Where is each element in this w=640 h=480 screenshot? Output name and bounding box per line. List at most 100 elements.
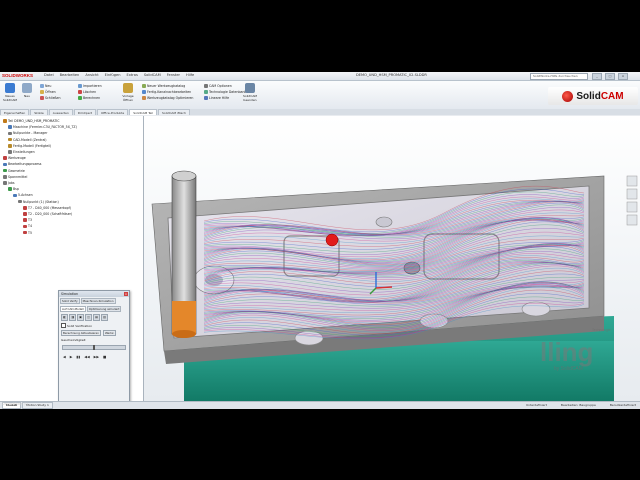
menu-ansicht[interactable]: Ansicht: [85, 73, 98, 77]
tree-item[interactable]: CAD-Modell (Zentral): [8, 138, 47, 142]
speed-slider-thumb[interactable]: [93, 344, 95, 350]
ribbon-close[interactable]: Schließen: [40, 95, 61, 100]
tree-item[interactable]: Spannmittel: [3, 175, 27, 179]
update-calc-button[interactable]: Berechnung Aktualisieren: [61, 330, 101, 336]
status-units[interactable]: Benutzerdefiniert: [610, 403, 636, 407]
maximize-button[interactable]: □: [605, 73, 615, 80]
sim-view-icon-1[interactable]: ◧: [61, 314, 68, 321]
sim-view-icon-6[interactable]: ▥: [101, 314, 108, 321]
postprocessor-icon: [142, 89, 146, 94]
tab-solidcam-part[interactable]: SolidCAM Teil: [129, 109, 158, 115]
imachining-watermark: Technologie lling by SolidCAM: [540, 328, 611, 372]
tree-item[interactable]: T3: [23, 218, 32, 222]
solid-verification-checkbox[interactable]: Solid Verification: [59, 322, 129, 329]
tree-item[interactable]: Bsp: [8, 187, 19, 191]
stop-icon[interactable]: ■: [103, 355, 106, 359]
tree-node-icon: [3, 168, 7, 173]
solidworks-logo[interactable]: SOLIDWORKS: [2, 73, 33, 78]
fast-forward-icon[interactable]: ▶▶: [94, 355, 99, 359]
tree-item[interactable]: Nullpunkte - Manager: [8, 131, 47, 135]
help-search-input[interactable]: SolidWorks-Hilfe durchsuchen: [530, 73, 588, 80]
brand-cam: CAM: [600, 90, 624, 102]
tree-item[interactable]: Fertig-Modell (Fertigteil): [8, 144, 51, 148]
close-button[interactable]: ×: [618, 73, 628, 80]
tree-item[interactable]: Jobs: [3, 181, 15, 185]
tree-item-label: T4: [28, 224, 32, 229]
menu-bearbeiten[interactable]: Bearbeiten: [60, 73, 80, 77]
menu-bar: Datei Bearbeiten Ansicht Einfügen Extras…: [44, 73, 194, 77]
watermark-by-text: by SolidCAM: [554, 366, 583, 372]
tree-node-icon: [8, 137, 12, 142]
open-template-button[interactable]: Vorlage Öffnen: [120, 83, 136, 105]
tree-node-icon: [8, 125, 12, 129]
ribbon-group-tools: Neuer Werkzeugkatalog Fertig-Kanalnachbe…: [142, 83, 193, 100]
ribbon-group-edit: Importieren Löschen Berechnen: [78, 83, 102, 100]
rewind-icon[interactable]: ◀◀: [84, 355, 89, 359]
sim-tab-solid-verify[interactable]: Solid Verify: [60, 298, 80, 304]
tool-button[interactable]: Werkz.: [102, 330, 117, 336]
speed-label: Geschwindigkeit: [61, 338, 86, 342]
new-part-button[interactable]: Neu: [19, 83, 35, 105]
tab-auswerten[interactable]: Auswerten: [48, 109, 73, 115]
sim-view-icon-3[interactable]: ▣: [77, 314, 84, 321]
speed-slider[interactable]: [62, 344, 126, 350]
tree-item[interactable]: T4: [23, 224, 32, 228]
sim-tab-optimized[interactable]: Optimierung simuliert: [86, 306, 122, 312]
menu-einfuegen[interactable]: Einfügen: [105, 73, 121, 77]
simulation-close-icon[interactable]: ×: [124, 292, 128, 296]
ribbon-open[interactable]: Öffnen: [40, 89, 61, 94]
ribbon-calculate[interactable]: Berechnen: [78, 95, 102, 100]
ribbon-new[interactable]: Neu: [40, 83, 61, 88]
sim-view-icon-4[interactable]: ◫: [85, 314, 92, 321]
menu-extras[interactable]: Extras: [127, 73, 138, 77]
tree-item[interactable]: 5-Achsen: [13, 193, 33, 197]
tree-item[interactable]: Einstellungen: [8, 150, 35, 154]
command-ribbon: Neues SolidCAM Neu Neu Öffnen Schließen …: [0, 81, 640, 110]
delete-icon: [78, 89, 82, 94]
tab-solidcam-imach[interactable]: SolidCAM iMach: [158, 109, 190, 115]
menu-fenster[interactable]: Fenster: [167, 73, 180, 77]
status-line: DesignModel (1): [2, 402, 29, 406]
tree-item[interactable]: Bearbeitungsprozess: [3, 162, 41, 166]
sim-view-icon-5[interactable]: ▤: [93, 314, 100, 321]
ribbon-new-tool-table[interactable]: Neuer Werkzeugkatalog: [142, 83, 193, 88]
tree-item[interactable]: Geometrie: [3, 169, 25, 173]
ribbon-import[interactable]: Importieren: [78, 83, 102, 88]
tree-item[interactable]: T5: [23, 231, 32, 235]
sim-tab-machine-sim[interactable]: Maschinen-Simulation: [80, 298, 116, 304]
tree-item[interactable]: Teil DEMO_UND_HSM_PROMATIC: [3, 119, 59, 123]
simulation-tabs-row2: Auf CAD-Modell Optimierung simuliert: [59, 305, 129, 313]
tree-item-label: Nullpunkte - Manager: [13, 131, 48, 136]
ribbon-postprocess[interactable]: Fertig-Kanalnachbearbeiten: [142, 89, 193, 94]
tree-item-label: Bsp: [13, 187, 19, 192]
pause-icon[interactable]: ▮▮: [76, 355, 80, 359]
tab-skizze[interactable]: Skizze: [30, 109, 48, 115]
playback-controls: ◀ ▶ ▮▮ ◀◀ ▶▶ ■: [59, 352, 129, 362]
menu-datei[interactable]: Datei: [44, 73, 54, 77]
minimize-button[interactable]: _: [592, 73, 602, 80]
exit-solidcam-button[interactable]: SolidCAM beenden: [240, 83, 260, 105]
ribbon-optimize[interactable]: Werkzeugkatalog Optimieren: [142, 95, 193, 100]
menu-hilfe[interactable]: Hilfe: [186, 73, 194, 77]
step-back-icon[interactable]: ◀: [63, 355, 66, 359]
tab-eigenschaften[interactable]: Eigenschaften: [0, 109, 30, 115]
tab-office[interactable]: Office-Produkte: [97, 109, 129, 115]
tree-item[interactable]: Maschine (Fermler-C3U_FACTOR_5X_TZ): [8, 125, 77, 129]
tree-item[interactable]: Werkzeuge: [3, 156, 26, 160]
menu-solidcam[interactable]: SolidCAM: [144, 73, 161, 77]
solidcam-icon: [5, 83, 15, 93]
status-definition: Unterdefiniert: [525, 403, 547, 407]
tree-item[interactable]: Nullpunkt (1) (Station): [18, 200, 59, 204]
tree-item[interactable]: T2 - D20_000 (Schaftfräser): [23, 212, 72, 216]
tree-item-label: Jobs: [8, 181, 15, 185]
play-icon[interactable]: ▶: [70, 355, 73, 359]
tree-item[interactable]: T7 - D40_000 (Messerkopf): [23, 206, 71, 210]
sim-view-icon-2[interactable]: ◨: [69, 314, 76, 321]
watermark-logo-text: lling: [540, 337, 594, 367]
new-solidcam-button[interactable]: Neues SolidCAM: [2, 83, 18, 105]
tree-node-icon: [23, 218, 27, 222]
new-document-icon: [22, 83, 32, 93]
sim-tab-cad-model[interactable]: Auf CAD-Modell: [60, 306, 86, 312]
ribbon-delete[interactable]: Löschen: [78, 89, 102, 94]
tab-dimxpert[interactable]: DimXpert: [73, 109, 97, 115]
